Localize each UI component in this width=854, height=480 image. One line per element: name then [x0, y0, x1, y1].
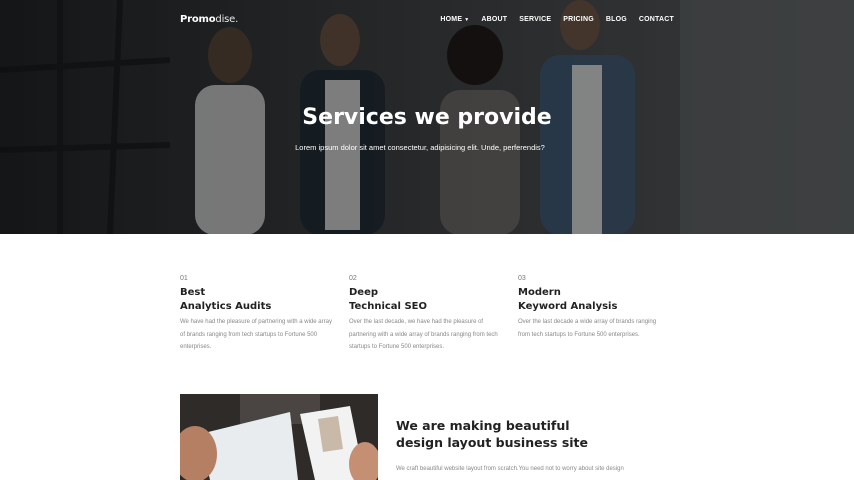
brand-logo-thin: dise.	[215, 14, 239, 25]
hero-section: Promodise. HOME ▼ ABOUT SERVICE PRICING …	[0, 0, 854, 234]
service-item: 03 Modern Keyword Analysis Over the last…	[518, 275, 658, 341]
nav-home-label: HOME	[440, 16, 463, 23]
service-item: 01 Best Analytics Audits We have had the…	[180, 275, 335, 354]
nav-contact[interactable]: CONTACT	[639, 16, 674, 23]
chevron-down-icon: ▼	[464, 16, 470, 23]
nav-service[interactable]: SERVICE	[519, 16, 551, 23]
nav-about[interactable]: ABOUT	[481, 16, 507, 23]
nav-blog[interactable]: BLOG	[606, 16, 627, 23]
service-number: 03	[518, 275, 526, 282]
nav-pricing-label: PRICING	[563, 16, 594, 23]
brand-logo[interactable]: Promodise.	[180, 14, 238, 25]
service-title-line2: Keyword Analysis	[518, 300, 618, 312]
nav-pricing[interactable]: PRICING	[563, 16, 594, 23]
service-description: Over the last decade, we have had the pl…	[349, 319, 498, 350]
service-description: Over the last decade a wide array of bra…	[518, 319, 657, 338]
services-section: 01 Best Analytics Audits We have had the…	[180, 275, 680, 355]
main-nav: HOME ▼ ABOUT SERVICE PRICING BLOG CONTAC…	[440, 16, 674, 23]
hero-title: Services we provide	[302, 105, 552, 130]
service-title-line1: Deep	[349, 287, 379, 298]
about-text: We craft beautiful website layout from s…	[396, 466, 624, 472]
service-title-line1: Modern	[518, 287, 561, 298]
service-number: 02	[349, 275, 357, 282]
service-number: 01	[180, 275, 188, 282]
service-title-line1: Best	[180, 287, 206, 298]
service-title-line2: Technical SEO	[349, 300, 427, 312]
nav-contact-label: CONTACT	[638, 16, 674, 23]
about-title-line1: We are making beautiful	[396, 418, 570, 433]
nav-blog-label: BLOG	[605, 16, 627, 23]
service-description: We have had the pleasure of partnering w…	[180, 319, 332, 350]
about-title-line2: design layout business site	[396, 435, 589, 450]
brand-logo-bold: Promo	[180, 14, 216, 25]
about-image-graphic	[180, 394, 378, 480]
about-title: We are making beautiful design layout bu…	[396, 417, 588, 451]
nav-service-label: SERVICE	[519, 16, 552, 23]
service-item: 02 Deep Technical SEO Over the last deca…	[349, 275, 504, 354]
service-title-line2: Analytics Audits	[180, 300, 272, 312]
nav-about-label: ABOUT	[481, 16, 508, 23]
nav-home[interactable]: HOME ▼	[440, 16, 469, 23]
hero-subtitle: Lorem ipsum dolor sit amet consectetur, …	[295, 143, 545, 152]
about-image	[180, 394, 378, 480]
